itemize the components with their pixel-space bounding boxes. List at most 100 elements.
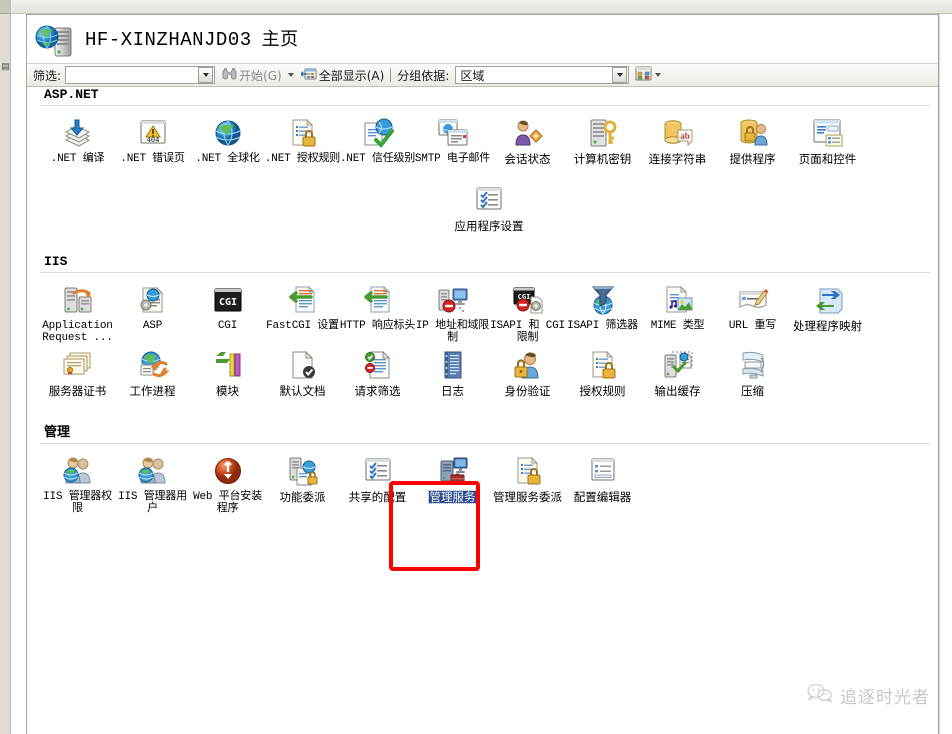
default-document-icon (286, 348, 320, 382)
tile-providers[interactable]: 提供程序 (715, 112, 790, 165)
tile-management-service-delegation[interactable]: 管理服务委派 (490, 450, 565, 515)
output-caching-icon (661, 348, 695, 382)
svg-text:404: 404 (146, 136, 159, 144)
handler-mappings-icon (811, 283, 845, 317)
net-error-pages-icon: 404 (136, 116, 170, 150)
mime-types-icon (661, 283, 695, 317)
tile-configuration-editor[interactable]: 配置编辑器 (565, 450, 640, 515)
tile-application-settings[interactable]: 应用程序设置 (452, 169, 527, 232)
tile-label: 配置编辑器 (573, 490, 632, 504)
tile-label: CGI (217, 320, 238, 332)
pages-and-controls-icon (811, 116, 845, 150)
filter-input-combo[interactable] (65, 66, 216, 84)
tile-label: Application Request ... (42, 320, 113, 344)
tile-label: .NET 授权规则 (264, 153, 341, 165)
fastcgi-settings-icon (286, 283, 320, 317)
group-by-combo[interactable]: 区域 (455, 66, 630, 84)
tile-worker-processes[interactable]: 工作进程 (115, 344, 190, 397)
tile-http-response-headers[interactable]: HTTP 响应标头 (340, 279, 415, 344)
tile-fastcgi-settings[interactable]: FastCGI 设置 (265, 279, 340, 344)
wechat-icon (807, 683, 833, 708)
watermark-text: 追逐时光者 (840, 688, 930, 708)
tile-label: IIS 管理器权限 (43, 491, 112, 515)
connection-strings-icon: ab (661, 116, 695, 150)
section-aspnet: ASP.NET .NET 编译 404 .NET 错误页 .NET 全球化 .N… (28, 87, 938, 232)
tile-logging[interactable]: 日志 (415, 344, 490, 397)
tile-cgi[interactable]: CGI CGI (190, 279, 265, 344)
http-response-headers-icon (361, 283, 395, 317)
left-collapsed-panel-strip[interactable]: ▤ (0, 0, 11, 734)
tile-mime-types[interactable]: MIME 类型 (640, 279, 715, 344)
group-by-dropdown-arrow-icon[interactable] (612, 67, 628, 83)
tile-output-caching[interactable]: 输出缓存 (640, 344, 715, 397)
tile-handler-mappings[interactable]: 处理程序映射 (790, 279, 865, 344)
tile-net-globalization[interactable]: .NET 全球化 (190, 112, 265, 165)
view-mode-dropdown-icon[interactable] (655, 73, 662, 77)
tile-isapi-filters[interactable]: ISAPI 筛选器 (565, 279, 640, 344)
tile-application-request-routing[interactable]: Application Request ... (40, 279, 115, 344)
tile-label: 服务器证书 (48, 384, 107, 398)
net-authorization-rules-icon (286, 116, 320, 150)
section-iis: IIS Application Request ... ASP CGI CGI … (28, 254, 938, 397)
tile-net-error-pages[interactable]: 404 .NET 错误页 (115, 112, 190, 165)
tile-label: ASP (142, 320, 163, 332)
svg-text:ab: ab (680, 131, 690, 141)
view-mode-button[interactable] (635, 66, 662, 84)
tile-request-filtering[interactable]: 请求筛选 (340, 344, 415, 397)
tile-machine-key[interactable]: 计算机密钥 (565, 112, 640, 165)
tile-label: MIME 类型 (650, 320, 705, 332)
tile-pages-and-controls[interactable]: 页面和控件 (790, 112, 865, 165)
tile-net-trust-levels[interactable]: .NET 信任级别 (340, 112, 415, 165)
start-filter-label: 开始(G) (239, 68, 282, 83)
tile-label: 身份验证 (504, 384, 551, 398)
page-title-server: HF-XINZHANJD03 (85, 29, 252, 51)
smtp-email-icon (436, 116, 470, 150)
tile-connection-strings[interactable]: ab 连接字符串 (640, 112, 715, 165)
tile-url-rewrite[interactable]: URL 重写 (715, 279, 790, 344)
application-settings-icon (472, 183, 506, 217)
tile-isapi-cgi-restrictions[interactable]: CGI ISAPI 和 CGI 限制 (490, 279, 565, 344)
tile-modules[interactable]: 模块 (190, 344, 265, 397)
section-title-aspnet: ASP.NET (44, 87, 99, 102)
tile-shared-configuration[interactable]: 共享的配置 (340, 450, 415, 515)
management-service-delegation-icon (511, 454, 545, 488)
tile-label: 授权规则 (579, 384, 626, 398)
tile-authorization-rules[interactable]: 授权规则 (565, 344, 640, 397)
tile-label: 压缩 (741, 384, 764, 398)
iis-manager-permissions-icon (61, 454, 95, 488)
tile-asp[interactable]: ASP (115, 279, 190, 344)
filter-dropdown-arrow-icon[interactable] (198, 67, 214, 83)
tile-net-compilation[interactable]: .NET 编译 (40, 112, 115, 165)
tile-smtp-email[interactable]: SMTP 电子邮件 (415, 112, 490, 165)
url-rewrite-icon (736, 283, 770, 317)
tile-iis-manager-users[interactable]: IIS 管理器用户 (115, 450, 190, 515)
tile-authentication[interactable]: 身份验证 (490, 344, 565, 397)
tile-label: 管理服务委派 (493, 490, 562, 504)
tile-label: 日志 (441, 384, 464, 398)
start-filter-dropdown-icon[interactable] (287, 73, 294, 77)
tile-compression[interactable]: 压缩 (715, 344, 790, 397)
show-all-button[interactable]: 全部显示(A) (299, 65, 387, 85)
right-gutter (939, 14, 952, 734)
net-compilation-icon (61, 116, 95, 150)
tile-iis-manager-permissions[interactable]: IIS 管理器权限 (40, 450, 115, 515)
show-all-icon (300, 67, 317, 84)
tile-default-document[interactable]: 默认文档 (265, 344, 340, 397)
page-title-suffix: 主页 (261, 29, 299, 50)
tile-ip-address-domain-restrictions[interactable]: IP 地址和域限制 (415, 279, 490, 344)
isapi-filters-icon (586, 283, 620, 317)
ip-address-domain-restrictions-icon (436, 283, 470, 317)
tile-management-service[interactable]: 管理服务 (415, 450, 490, 515)
start-filter-button[interactable]: 开始(G) (220, 65, 284, 85)
tile-label: 输出缓存 (654, 384, 701, 398)
tile-feature-delegation[interactable]: 功能委派 (265, 450, 340, 515)
grid-iis: Application Request ... ASP CGI CGI Fast… (28, 273, 938, 397)
tile-session-state[interactable]: 会话状态 (490, 112, 565, 165)
tile-net-authorization-rules[interactable]: .NET 授权规则 (265, 112, 340, 165)
section-title-management: 管理 (44, 425, 71, 440)
tile-label: 请求筛选 (354, 384, 401, 398)
configuration-editor-icon (586, 454, 620, 488)
tile-web-platform-installer[interactable]: Web 平台安装程序 (190, 450, 265, 515)
home-feature-panel: HF-XINZHANJD03 主页 筛选: 开始(G) 全部显示(A) 分组依据… (26, 14, 939, 734)
tile-server-certificates[interactable]: 服务器证书 (40, 344, 115, 397)
